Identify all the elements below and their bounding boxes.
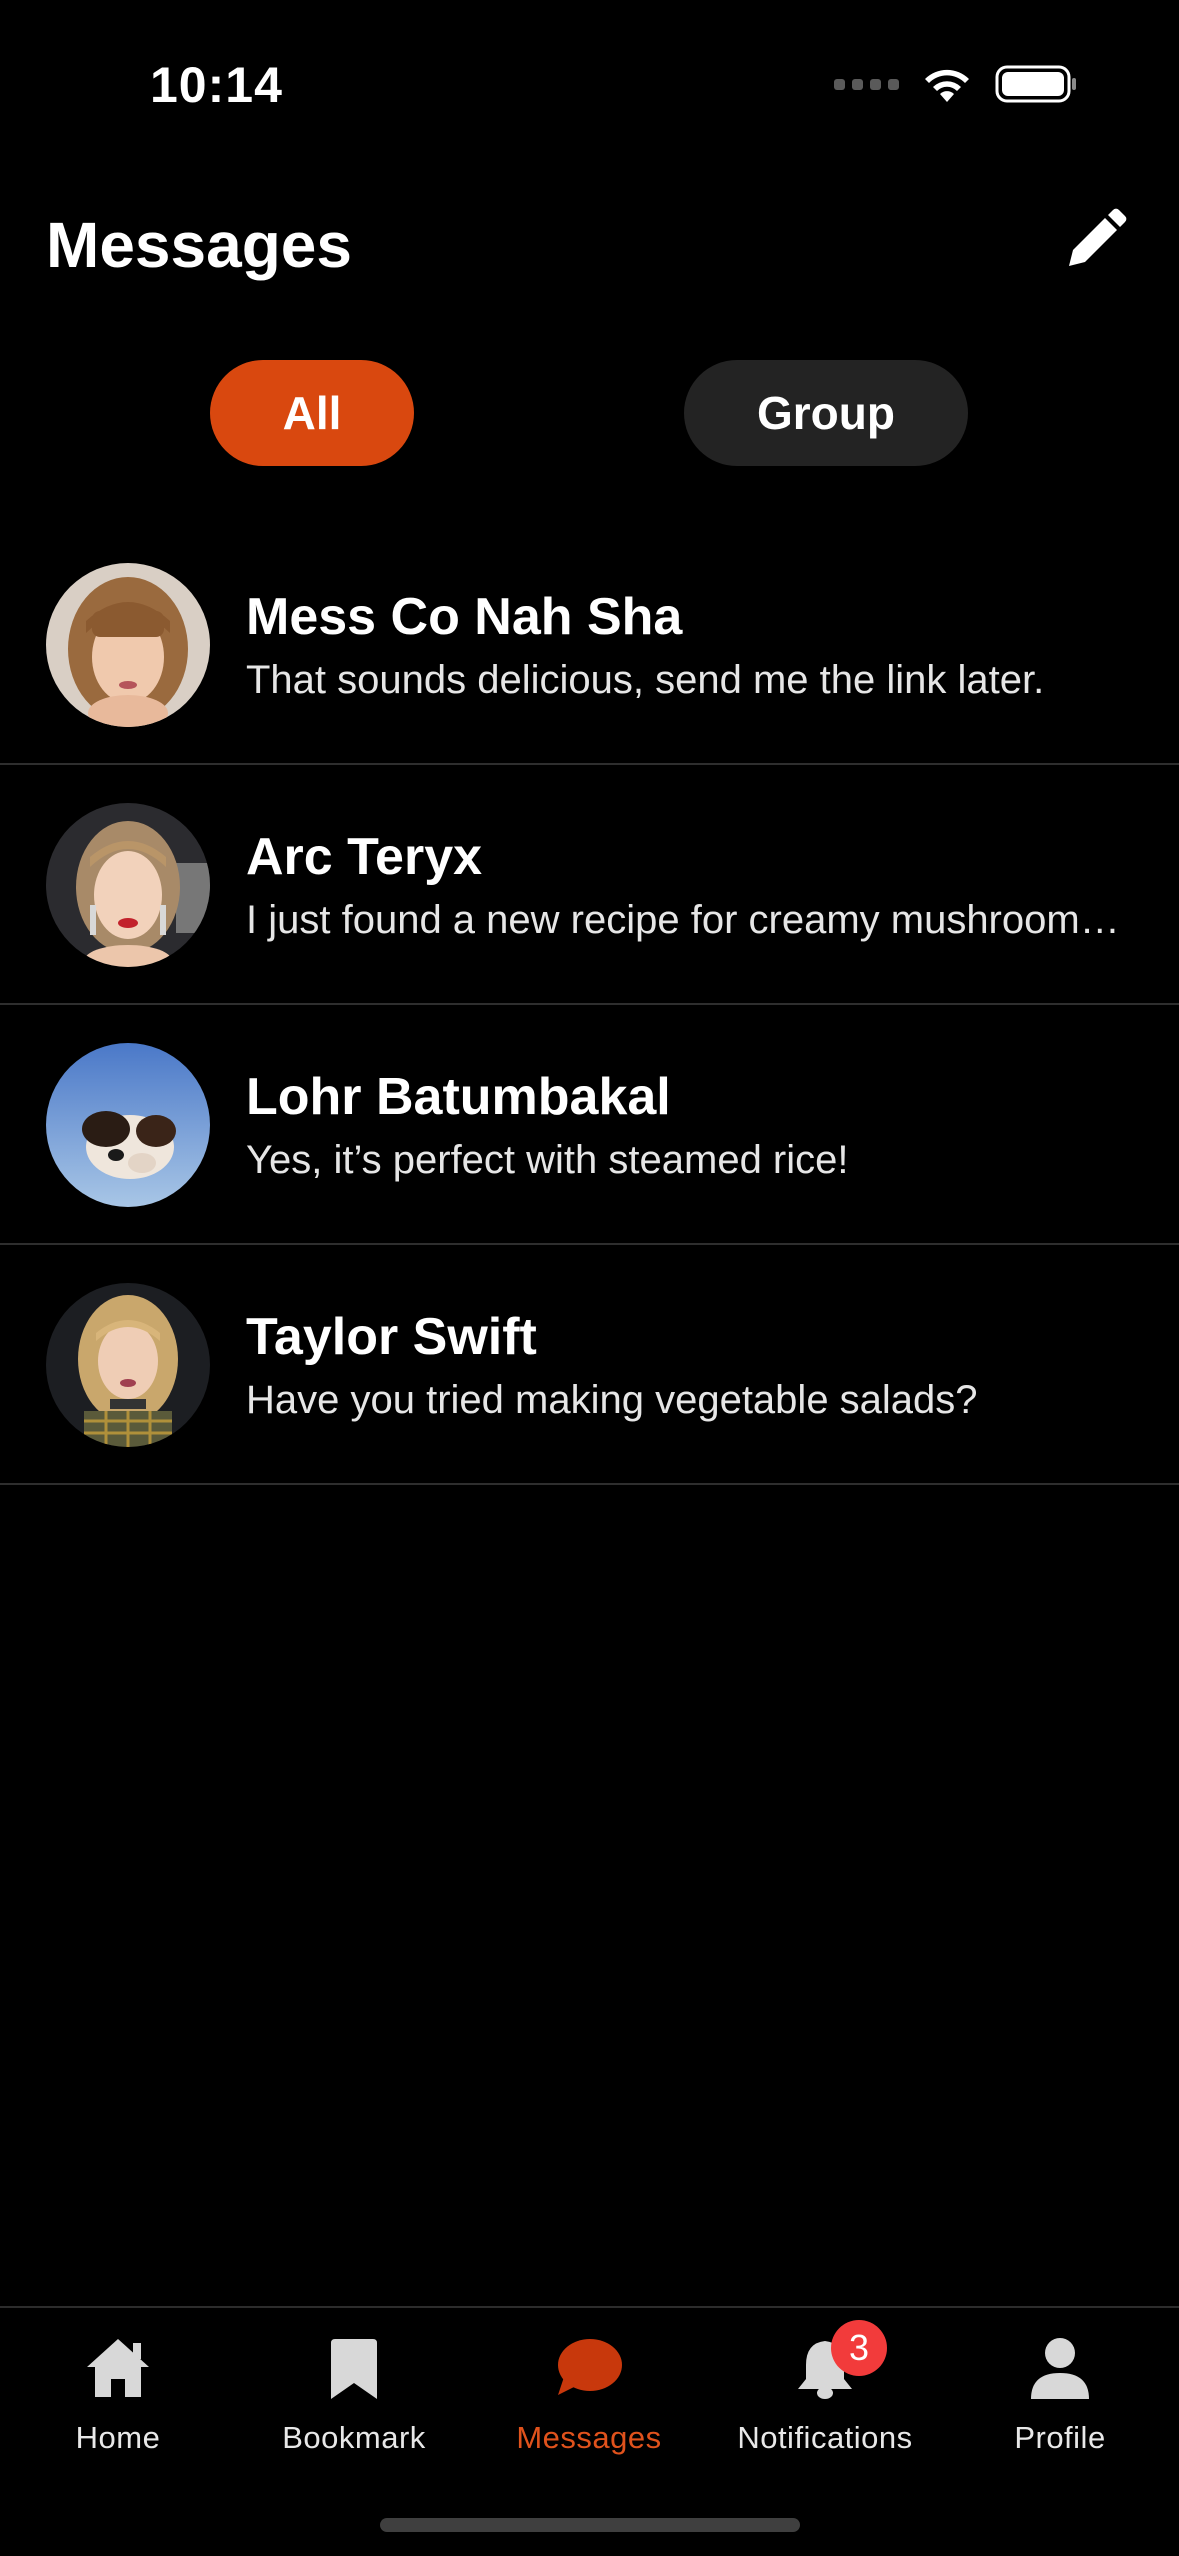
contact-name: Taylor Swift (246, 1308, 537, 1366)
woman-bangs-avatar (46, 563, 210, 727)
tab-messages[interactable]: Messages (471, 2330, 707, 2480)
contact-name: Arc Teryx (246, 828, 483, 886)
tab-profile-label: Profile (1014, 2420, 1106, 2455)
wifi-icon (921, 64, 973, 104)
home-icon (80, 2330, 156, 2406)
contact-name: Mess Co Nah Sha (246, 588, 683, 646)
woman-plaid-avatar (46, 1283, 210, 1447)
conversation-row[interactable]: Taylor Swift Have you tried making veget… (0, 1245, 1179, 1485)
dog-avatar (46, 1043, 210, 1207)
tab-notifications[interactable]: 3 Notifications (707, 2320, 943, 2480)
status-time: 10:14 (150, 57, 283, 113)
tab-messages-label: Messages (516, 2420, 662, 2455)
tab-profile[interactable]: Profile (942, 2330, 1178, 2480)
cellular-signal-icon (834, 78, 899, 90)
tab-notifications-label: Notifications (737, 2420, 913, 2455)
compose-pencil-icon[interactable] (1059, 206, 1129, 276)
person-icon (1022, 2330, 1098, 2406)
status-icons (834, 64, 1079, 104)
conversation-row[interactable]: Lohr Batumbakal Yes, it’s perfect with s… (0, 1005, 1179, 1245)
message-preview: I just found a new recipe for creamy mus… (246, 898, 1126, 942)
home-indicator[interactable] (380, 2518, 800, 2532)
chat-bubble-icon (551, 2330, 627, 2406)
bell-icon: 3 (787, 2320, 887, 2406)
battery-icon (995, 64, 1079, 104)
page-title: Messages (46, 209, 352, 281)
contact-name: Lohr Batumbakal (246, 1068, 671, 1126)
conversation-row[interactable]: Arc Teryx I just found a new recipe for … (0, 765, 1179, 1005)
notifications-badge: 3 (831, 2320, 887, 2376)
messages-screen: 10:14 Messages All Group Mess Co Nah Sha… (0, 0, 1179, 2556)
tab-home[interactable]: Home (0, 2330, 236, 2480)
message-preview: That sounds delicious, send me the link … (246, 658, 1045, 702)
bookmark-icon (316, 2330, 392, 2406)
segment-all-button[interactable]: All (210, 360, 414, 466)
woman-earrings-avatar (46, 803, 210, 967)
conversation-list: Mess Co Nah Sha That sounds delicious, s… (0, 525, 1179, 1485)
message-preview: Yes, it’s perfect with steamed rice! (246, 1138, 849, 1182)
message-preview: Have you tried making vegetable salads? (246, 1378, 978, 1422)
tab-home-label: Home (75, 2420, 161, 2455)
segment-group-button[interactable]: Group (684, 360, 968, 466)
tab-bookmark[interactable]: Bookmark (236, 2330, 472, 2480)
conversation-row[interactable]: Mess Co Nah Sha That sounds delicious, s… (0, 525, 1179, 765)
tab-bookmark-label: Bookmark (282, 2420, 426, 2455)
